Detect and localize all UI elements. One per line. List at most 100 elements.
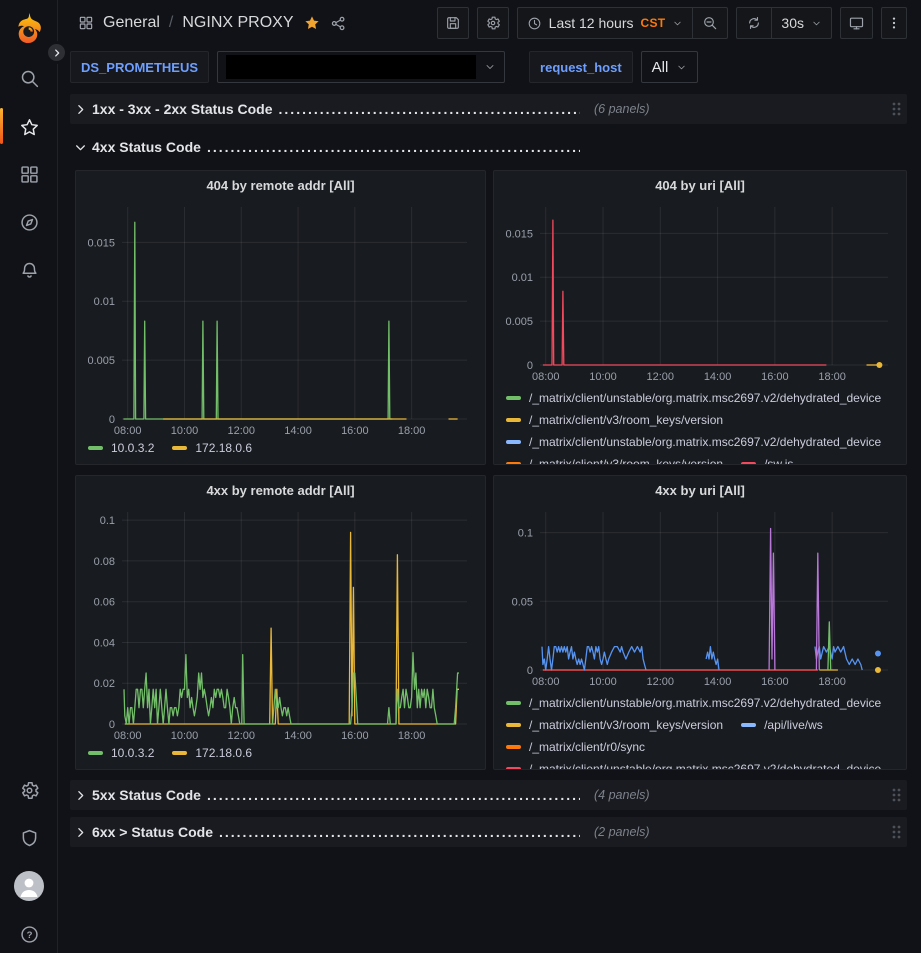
legend-series-swatch bbox=[506, 745, 521, 749]
legend-row: /_matrix/client/v3/room_keys/version/sw.… bbox=[506, 453, 906, 464]
legend-item[interactable]: 172.18.0.6 bbox=[172, 746, 252, 760]
share-icon[interactable] bbox=[330, 15, 347, 32]
chevron-down-icon bbox=[811, 18, 822, 29]
row-drag-handle[interactable] bbox=[891, 824, 901, 840]
timeseries-chart[interactable]: 08:0010:0012:0014:0016:0018:0000.050.1 bbox=[494, 504, 896, 690]
legend-item[interactable]: 172.18.0.6 bbox=[172, 441, 252, 455]
row-leader-dots: ........................................… bbox=[207, 139, 580, 155]
row-5xx[interactable]: 5xx Status Code ........................… bbox=[70, 780, 907, 810]
bell-icon bbox=[19, 260, 40, 281]
gear-icon bbox=[19, 780, 40, 801]
topbar-actions: Last 12 hours CST bbox=[437, 7, 907, 39]
svg-text:0.01: 0.01 bbox=[94, 296, 115, 308]
variable-label-ds-prometheus[interactable]: DS_PROMETHEUS bbox=[70, 51, 209, 83]
panel-header[interactable]: 4xx by remote addr [All] bbox=[76, 476, 485, 504]
sidebar-item-starred[interactable] bbox=[0, 110, 58, 144]
legend-item[interactable]: 10.0.3.2 bbox=[88, 441, 154, 455]
legend-item[interactable]: /_matrix/client/v3/room_keys/version bbox=[506, 718, 723, 732]
sidebar-item-help[interactable]: ? bbox=[0, 917, 58, 951]
panel-legend: 10.0.3.2 172.18.0.6 bbox=[76, 439, 485, 455]
legend-series-swatch bbox=[506, 723, 521, 727]
chevron-down-icon bbox=[484, 61, 496, 73]
legend-series-label: /api/live/ws bbox=[764, 718, 823, 732]
legend-item[interactable]: /api/live/ws bbox=[741, 718, 823, 732]
panel-4xx-by-uri: 4xx by uri [All] 08:0010:0012:0014:0016:… bbox=[493, 475, 907, 770]
active-indicator bbox=[0, 108, 3, 144]
sidebar-item-profile[interactable] bbox=[0, 868, 58, 904]
timeseries-chart[interactable]: 08:0010:0012:0014:0016:0018:0000.020.040… bbox=[76, 504, 475, 744]
legend-item[interactable]: /_matrix/client/unstable/org.matrix.msc2… bbox=[506, 696, 881, 710]
legend-item[interactable]: /sw.js bbox=[741, 457, 793, 464]
row-1xx-3xx-2xx[interactable]: 1xx - 3xx - 2xx Status Code ............… bbox=[70, 94, 907, 124]
favorite-star-icon[interactable] bbox=[303, 14, 321, 32]
svg-text:14:00: 14:00 bbox=[704, 676, 732, 688]
legend-row: /_matrix/client/v3/room_keys/version bbox=[506, 409, 906, 431]
legend-item[interactable]: /_matrix/client/r0/sync bbox=[506, 740, 645, 754]
row-6xx[interactable]: 6xx > Status Code ......................… bbox=[70, 817, 907, 847]
dashboard-settings-button[interactable] bbox=[477, 7, 509, 39]
legend-series-label: /_matrix/client/r0/sync bbox=[529, 740, 645, 754]
legend-item[interactable]: /_matrix/client/unstable/org.matrix.msc2… bbox=[506, 435, 881, 449]
zoom-out-button[interactable] bbox=[692, 8, 727, 38]
row-drag-handle[interactable] bbox=[891, 787, 901, 803]
svg-text:0: 0 bbox=[527, 665, 533, 677]
tv-mode-button[interactable] bbox=[840, 7, 873, 39]
zoom-out-icon bbox=[702, 15, 718, 31]
save-dashboard-button[interactable] bbox=[437, 7, 469, 39]
legend-item[interactable]: /_matrix/client/unstable/org.matrix.msc2… bbox=[506, 391, 881, 405]
legend-series-label: 172.18.0.6 bbox=[195, 746, 252, 760]
kebab-menu-icon bbox=[886, 15, 902, 31]
sidebar-item-dashboards[interactable] bbox=[0, 157, 58, 191]
svg-text:12:00: 12:00 bbox=[647, 371, 675, 383]
panel-header[interactable]: 404 by uri [All] bbox=[494, 171, 906, 199]
request-host-select[interactable]: All bbox=[641, 51, 699, 83]
datasource-select[interactable] bbox=[217, 51, 505, 83]
sidebar-item-settings[interactable] bbox=[0, 773, 58, 807]
refresh-button[interactable] bbox=[737, 8, 771, 38]
request-host-value: All bbox=[652, 59, 669, 76]
svg-text:0.02: 0.02 bbox=[94, 678, 115, 690]
svg-text:08:00: 08:00 bbox=[114, 425, 142, 437]
panel-title: 4xx by uri [All] bbox=[655, 483, 745, 498]
panel-title: 404 by remote addr [All] bbox=[206, 178, 354, 193]
sidebar-item-explore[interactable] bbox=[0, 205, 58, 239]
variable-label-request-host[interactable]: request_host bbox=[529, 51, 633, 83]
svg-text:0: 0 bbox=[109, 719, 115, 731]
dashboard-grid-icon bbox=[78, 15, 94, 31]
row-title: 4xx Status Code bbox=[92, 139, 201, 155]
legend-series-label: 10.0.3.2 bbox=[111, 441, 154, 455]
svg-text:18:00: 18:00 bbox=[398, 730, 426, 742]
legend-row: /_matrix/client/unstable/org.matrix.msc2… bbox=[506, 692, 906, 714]
star-icon bbox=[19, 117, 40, 138]
svg-text:16:00: 16:00 bbox=[341, 730, 369, 742]
panel-header[interactable]: 4xx by uri [All] bbox=[494, 476, 906, 504]
timeseries-chart[interactable]: 08:0010:0012:0014:0016:0018:0000.0050.01… bbox=[76, 199, 475, 439]
legend-series-label: /_matrix/client/unstable/org.matrix.msc2… bbox=[529, 391, 881, 405]
legend-series-swatch bbox=[172, 446, 187, 450]
grafana-logo[interactable] bbox=[11, 10, 47, 46]
sidebar-item-server-admin[interactable] bbox=[0, 821, 58, 855]
time-range-picker[interactable]: Last 12 hours CST bbox=[518, 8, 693, 38]
row-drag-handle[interactable] bbox=[891, 101, 901, 117]
chevron-right-icon bbox=[74, 103, 88, 116]
legend-item[interactable]: 10.0.3.2 bbox=[88, 746, 154, 760]
legend-item[interactable]: /_matrix/client/v3/room_keys/version bbox=[506, 413, 723, 427]
legend-series-swatch bbox=[506, 767, 521, 769]
dashboard-title[interactable]: NGINX PROXY bbox=[182, 14, 293, 32]
sidebar-item-alerting[interactable] bbox=[0, 253, 58, 287]
row-4xx[interactable]: 4xx Status Code ........................… bbox=[70, 132, 907, 162]
legend-item[interactable]: /_matrix/client/v3/room_keys/version bbox=[506, 457, 723, 464]
time-controls: Last 12 hours CST bbox=[517, 7, 729, 39]
timeseries-chart[interactable]: 08:0010:0012:0014:0016:0018:0000.0050.01… bbox=[494, 199, 896, 385]
sidebar-expand-button[interactable] bbox=[45, 41, 68, 64]
panel-title: 404 by uri [All] bbox=[655, 178, 745, 193]
svg-text:0: 0 bbox=[109, 414, 115, 426]
legend-series-swatch bbox=[172, 751, 187, 755]
svg-text:14:00: 14:00 bbox=[284, 425, 312, 437]
legend-item[interactable]: /_matrix/client/unstable/org.matrix.msc2… bbox=[506, 762, 881, 769]
sidebar-item-search[interactable] bbox=[0, 61, 58, 95]
refresh-interval-picker[interactable]: 30s bbox=[771, 8, 831, 38]
panel-header[interactable]: 404 by remote addr [All] bbox=[76, 171, 485, 199]
breadcrumb-folder[interactable]: General bbox=[103, 14, 160, 32]
more-options-button[interactable] bbox=[881, 7, 907, 39]
